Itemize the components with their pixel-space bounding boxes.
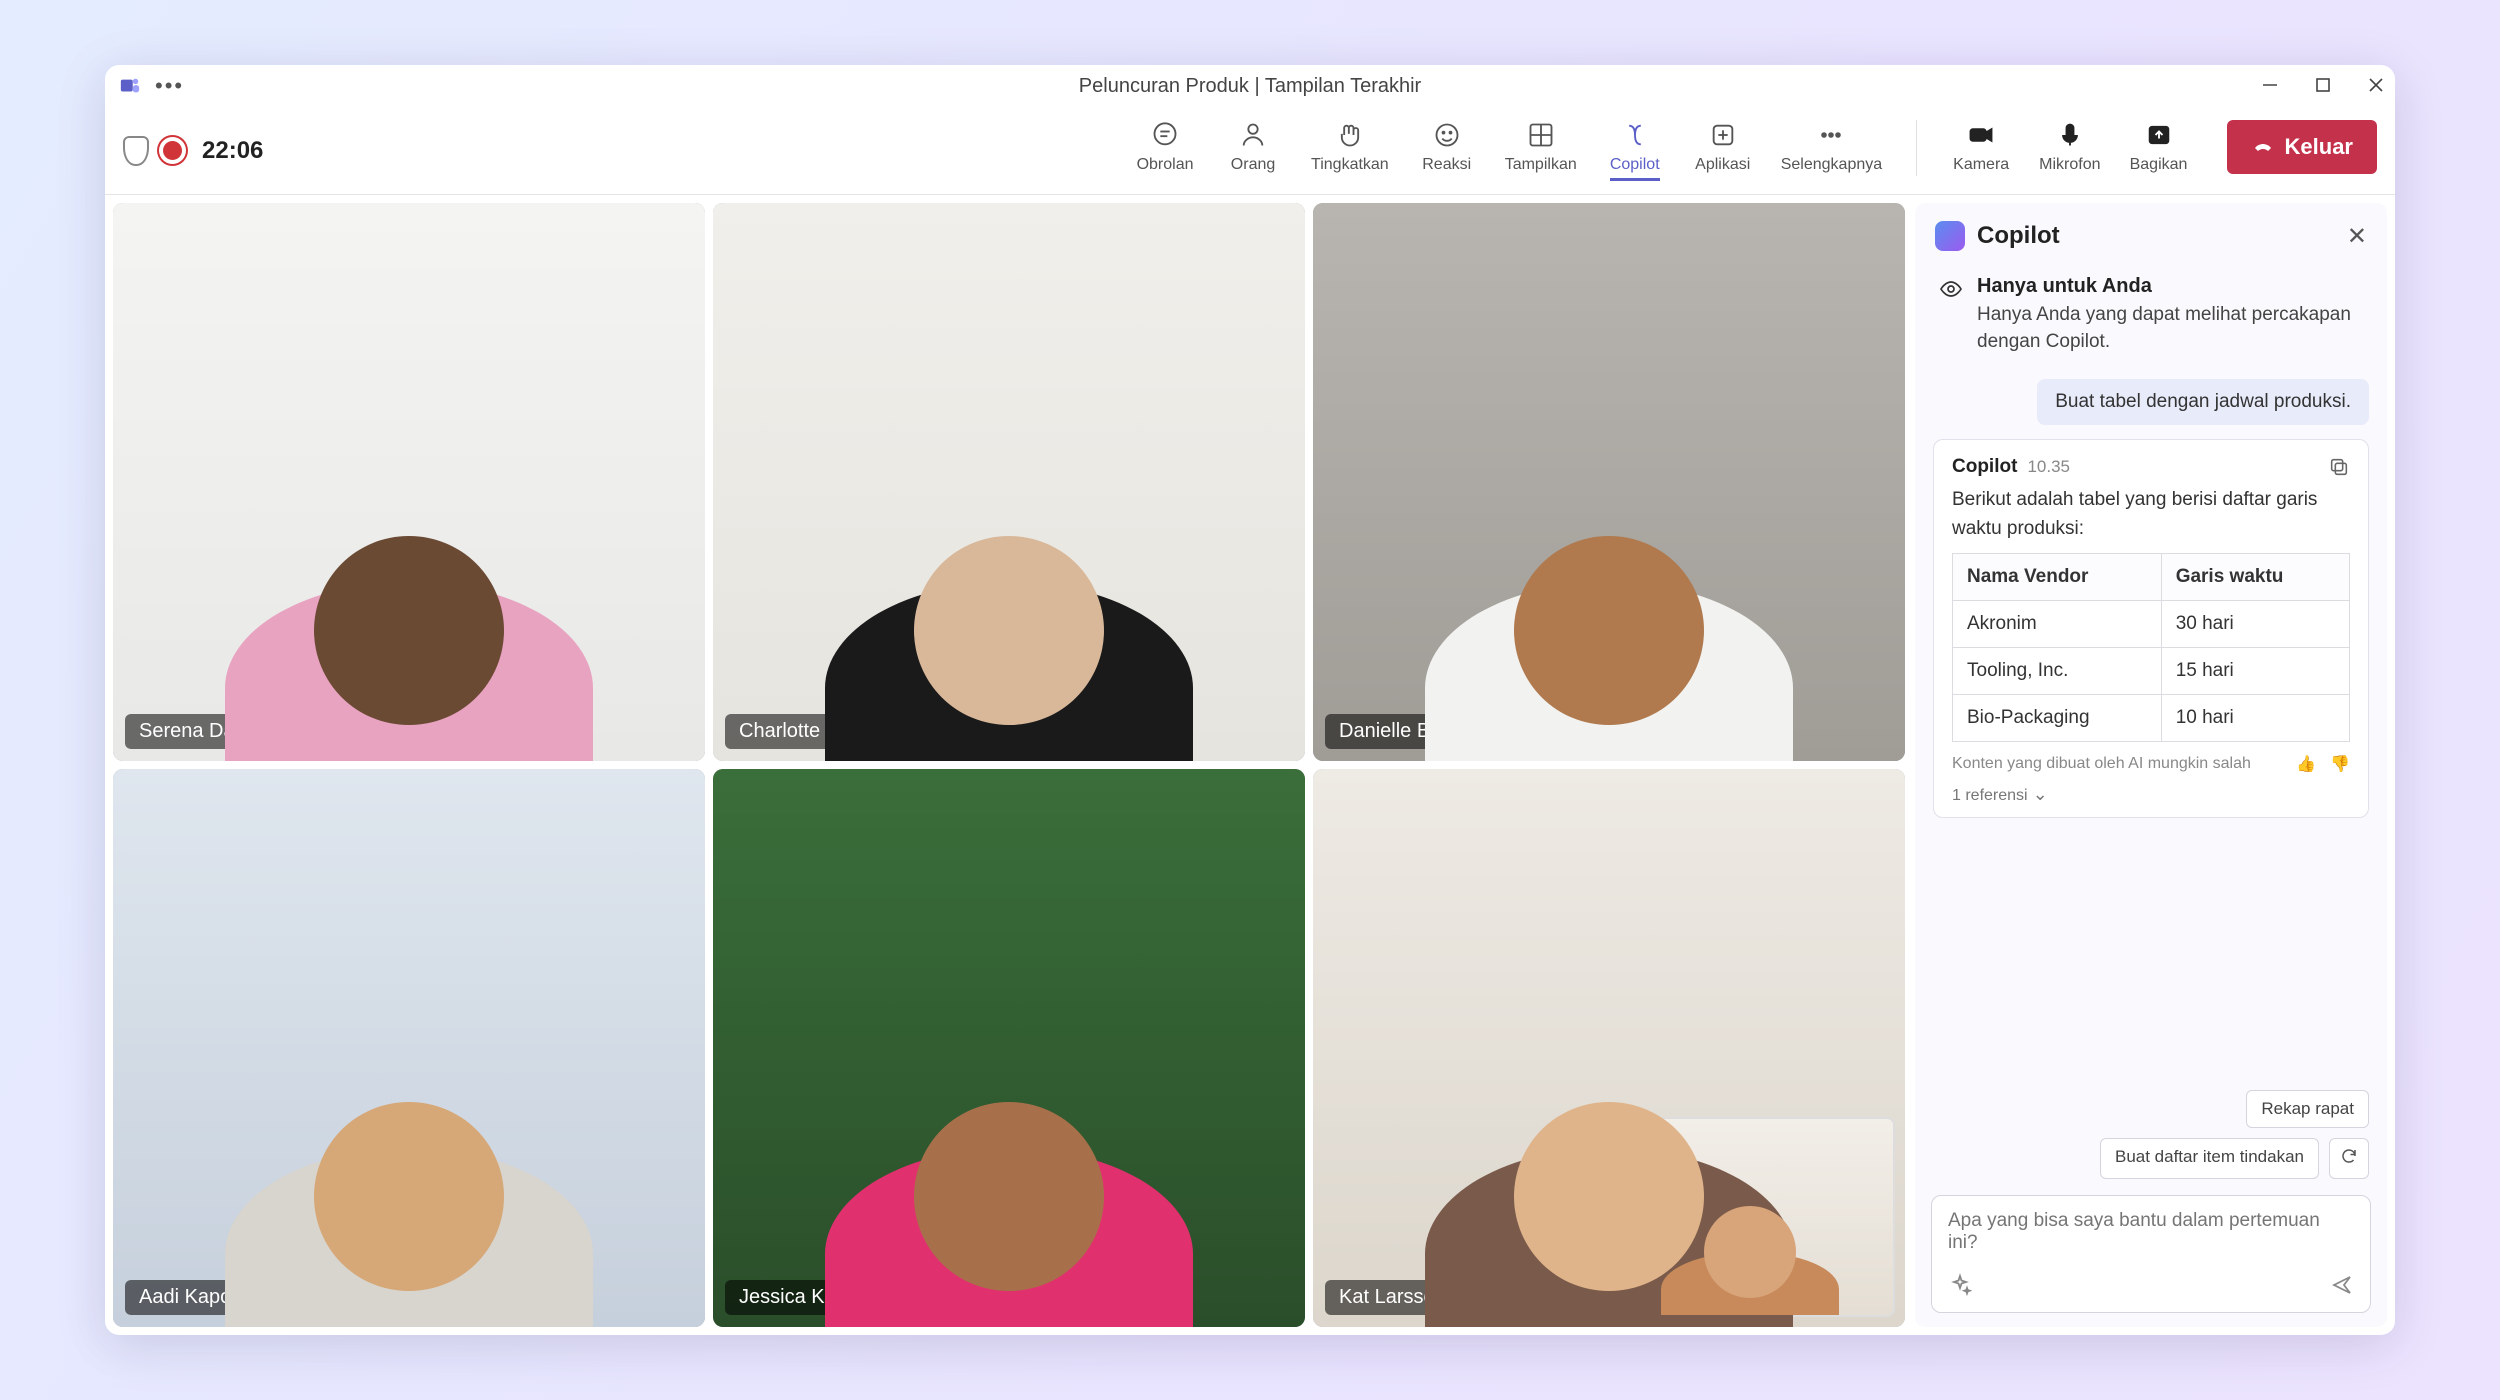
copilot-panel: Copilot ✕ Hanya untuk Anda Hanya Anda ya… — [1915, 203, 2387, 1327]
meeting-title: Peluncuran Produk | Tampilan Terakhir — [1079, 75, 1421, 98]
response-author: Copilot — [1952, 456, 2017, 478]
user-message: Buat tabel dengan jadwal produksi. — [2037, 379, 2369, 425]
references-toggle[interactable]: 1 referensi — [1952, 784, 2350, 805]
message-input[interactable] — [1948, 1210, 2354, 1262]
copilot-chat: Buat tabel dengan jadwal produksi. Copil… — [1915, 369, 2387, 1082]
participant-tile[interactable]: Jessica Kline — [713, 769, 1305, 1327]
response-text: Berikut adalah tabel yang berisi daftar … — [1952, 486, 2350, 543]
close-window-button[interactable] — [2367, 76, 2385, 97]
participant-tile[interactable]: Aadi Kapoor — [113, 769, 705, 1327]
copilot-response-card: Copilot 10.35 Berikut adalah tabel yang … — [1933, 439, 2369, 818]
copy-button[interactable] — [2328, 456, 2350, 478]
meeting-timer: 22:06 — [202, 137, 263, 165]
copilot-button[interactable]: Copilot — [1605, 120, 1665, 181]
table-row: Bio-Packaging10 hari — [1953, 695, 2350, 742]
view-button[interactable]: Tampilkan — [1505, 120, 1577, 174]
people-button[interactable]: Orang — [1223, 120, 1283, 174]
shield-icon[interactable] — [123, 136, 149, 166]
response-time: 10.35 — [2027, 457, 2318, 477]
camera-button[interactable]: Kamera — [1951, 120, 2011, 174]
participant-tile[interactable]: Charlotte de Crum — [713, 203, 1305, 761]
minimize-button[interactable] — [2261, 76, 2279, 97]
thumbs-up-button[interactable]: 👍 — [2296, 754, 2316, 774]
recording-indicator-icon — [163, 141, 182, 160]
more-menu-icon[interactable]: ••• — [155, 73, 184, 99]
titlebar: ••• Peluncuran Produk | Tampilan Terakhi… — [105, 65, 2395, 107]
participant-tile[interactable]: Serena Davis — [113, 203, 705, 761]
refresh-suggestions-button[interactable] — [2329, 1138, 2369, 1179]
apps-button[interactable]: Aplikasi — [1693, 120, 1753, 174]
compose-box[interactable] — [1931, 1195, 2371, 1313]
participant-tile[interactable]: Kat Larsson Daniela Mandera — [1313, 769, 1905, 1327]
participant-tile[interactable]: Danielle Booker — [1313, 203, 1905, 761]
share-button[interactable]: Bagikan — [2129, 120, 2189, 174]
more-button[interactable]: Selengkapnya — [1781, 120, 1882, 174]
meeting-toolbar: 22:06 Obrolan Orang Tingkatkan Reaksi Ta… — [105, 107, 2395, 195]
leave-button[interactable]: Keluar — [2227, 120, 2377, 174]
suggestion-chip[interactable]: Rekap rapat — [2246, 1090, 2369, 1128]
sparkle-icon[interactable] — [1948, 1273, 1972, 1302]
teams-app-icon — [119, 75, 141, 97]
chat-button[interactable]: Obrolan — [1135, 120, 1195, 174]
video-grid: Serena Davis Charlotte de Crum Danielle … — [113, 203, 1905, 1327]
privacy-notice: Hanya untuk Anda Hanya Anda yang dapat m… — [1915, 269, 2387, 369]
copilot-title: Copilot — [1977, 222, 2335, 250]
mic-button[interactable]: Mikrofon — [2039, 120, 2100, 174]
table-row: Akronim30 hari — [1953, 601, 2350, 648]
send-button[interactable] — [2330, 1273, 2354, 1302]
react-button[interactable]: Reaksi — [1417, 120, 1477, 174]
eye-icon — [1939, 279, 1963, 299]
close-panel-button[interactable]: ✕ — [2347, 222, 2367, 251]
production-table: Nama VendorGaris waktu Akronim30 hari To… — [1952, 553, 2350, 742]
ai-disclaimer: Konten yang dibuat oleh AI mungkin salah — [1952, 755, 2251, 773]
suggestion-chip[interactable]: Buat daftar item tindakan — [2100, 1138, 2319, 1179]
table-row: Tooling, Inc.15 hari — [1953, 648, 2350, 695]
thumbs-down-button[interactable]: 👎 — [2330, 754, 2350, 774]
maximize-button[interactable] — [2315, 77, 2331, 96]
suggestion-chips: Rekap rapat Buat daftar item tindakan — [1915, 1082, 2387, 1187]
raise-hand-button[interactable]: Tingkatkan — [1311, 120, 1389, 174]
copilot-logo-icon — [1935, 221, 1965, 251]
teams-meeting-window: ••• Peluncuran Produk | Tampilan Terakhi… — [105, 65, 2395, 1335]
